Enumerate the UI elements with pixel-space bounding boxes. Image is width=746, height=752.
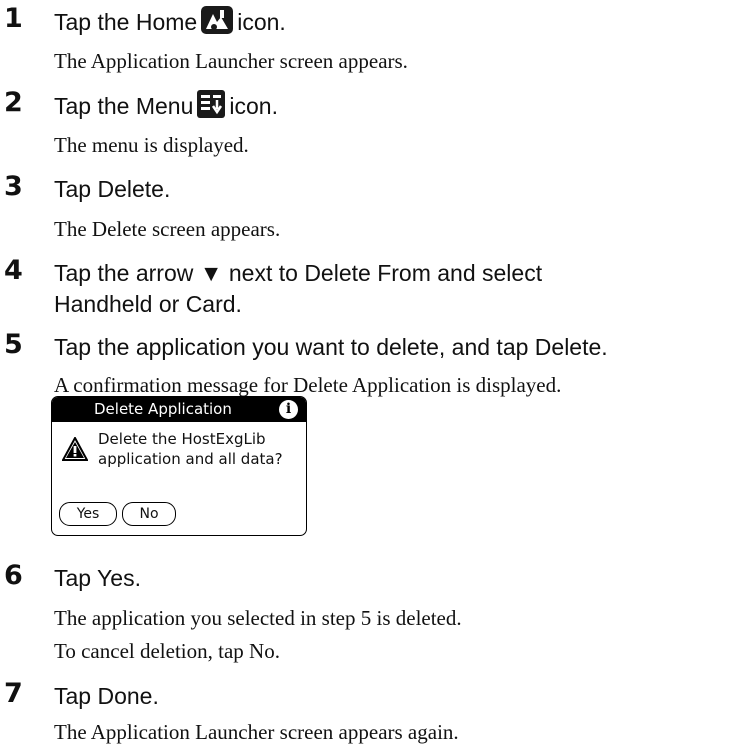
step-instruction: Tap the application you want to delete, … [54,334,608,360]
step-number: 7 [4,678,23,709]
instruction-text: Tap the Menu [54,93,194,119]
instruction-text: icon. [237,9,286,35]
delete-application-dialog: Delete Application i Delete the HostExgL… [51,396,307,536]
step-instruction: Tap the Menu icon. [54,90,278,122]
step-number: 3 [4,171,23,202]
menu-icon [197,90,226,118]
info-icon[interactable]: i [279,400,298,419]
step-description: To cancel deletion, tap No. [54,639,280,663]
step-instruction: Tap Done. [54,683,159,709]
instruction-text: Tap the Home [54,9,198,35]
dialog-title-bar: Delete Application i [52,397,306,422]
step-number: 5 [4,329,23,360]
step-number: 6 [4,560,23,591]
step-description: The Application Launcher screen appears … [54,720,459,744]
step-number: 4 [4,255,23,286]
step-description: The Delete screen appears. [54,217,281,241]
step-number: 2 [4,87,23,118]
home-icon [201,6,234,34]
step-instruction: Tap the Home icon. [54,6,286,38]
step-description: The application you selected in step 5 i… [54,606,462,630]
dialog-title: Delete Application [94,400,232,418]
warning-icon [62,437,88,461]
step-instruction: Tap Delete. [54,176,171,202]
instruction-text: icon. [229,93,278,119]
step-description: The Application Launcher screen appears. [54,49,408,73]
step-number: 1 [4,3,23,34]
dialog-message-line: application and all data? [98,450,283,468]
dialog-message-line: Delete the HostExgLib [98,430,266,448]
step-instruction: Tap Yes. [54,565,141,591]
no-button[interactable]: No [122,502,176,526]
step-description: The menu is displayed. [54,133,249,157]
yes-button[interactable]: Yes [59,502,117,526]
dialog-message: Delete the HostExgLib application and al… [98,429,283,469]
step-instruction: Tap the arrow ▼ next to Delete From and … [54,260,543,286]
step-instruction: Handheld or Card. [54,291,242,317]
